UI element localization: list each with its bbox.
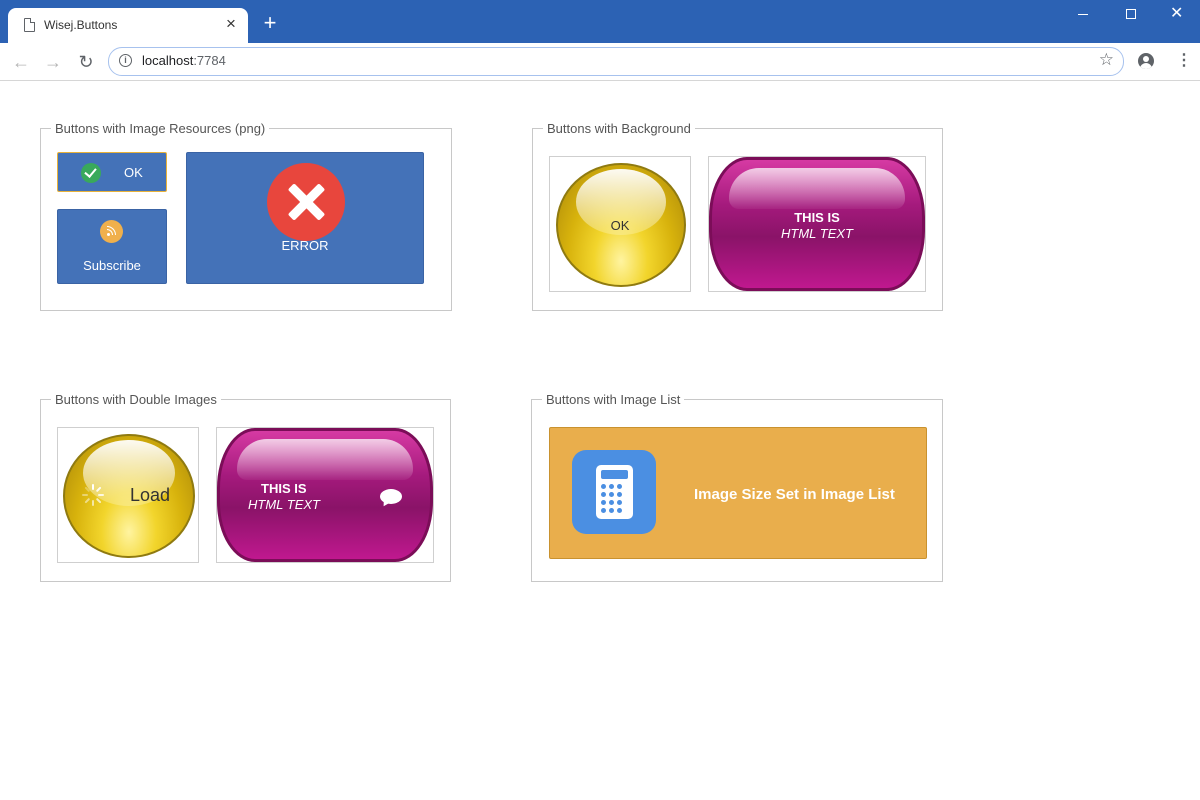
error-x-icon (267, 163, 345, 241)
bookmark-star-icon[interactable]: ☆ (1099, 50, 1114, 70)
browser-toolbar: ← → ↻ i localhost:7784 ☆ ⋮ (0, 43, 1200, 81)
document-icon (24, 18, 35, 32)
rss-icon (100, 220, 123, 243)
pill-text-line2: HTML TEXT (781, 226, 853, 241)
gold-ok-button[interactable]: OK (549, 156, 691, 292)
window-close-icon[interactable]: ✕ (1170, 6, 1183, 22)
browser-tab[interactable]: Wisej.Buttons × (8, 8, 248, 43)
loading-spinner-icon (82, 484, 104, 506)
calculator-icon (572, 450, 656, 534)
info-icon[interactable]: i (119, 54, 132, 67)
load-label: Load (130, 485, 171, 505)
minimize-icon[interactable] (1078, 14, 1088, 15)
url-text[interactable]: localhost:7784 (142, 53, 226, 68)
pill-text-line2: HTML TEXT (248, 497, 320, 512)
pill-text-line1: THIS IS (261, 481, 307, 496)
menu-dots-icon[interactable]: ⋮ (1176, 51, 1192, 71)
profile-icon[interactable] (1138, 53, 1154, 69)
group-image-resources: Buttons with Image Resources (png) OK Su… (40, 121, 452, 311)
reload-icon[interactable]: ↻ (75, 51, 97, 73)
ok-button[interactable]: OK (57, 152, 167, 192)
error-button[interactable]: ERROR (186, 152, 424, 284)
gold-ok-label: OK (610, 218, 630, 233)
address-bar[interactable]: i localhost:7784 ☆ (108, 47, 1124, 76)
image-list-button[interactable]: Image Size Set in Image List (549, 427, 927, 559)
forward-arrow-icon[interactable]: → (42, 51, 64, 73)
load-button[interactable]: Load (57, 427, 199, 563)
pill-text-line1: THIS IS (794, 210, 840, 225)
group-image-list: Buttons with Image List Image Size Set i… (531, 392, 943, 582)
chat-bubble-icon (380, 489, 402, 504)
tab-title: Wisej.Buttons (44, 18, 118, 32)
image-list-button-label: Image Size Set in Image List (694, 486, 895, 503)
subscribe-button-label: Subscribe (83, 258, 141, 273)
group-legend: Buttons with Image List (542, 392, 685, 407)
ok-button-label: OK (124, 165, 143, 180)
back-arrow-icon[interactable]: ← (10, 51, 32, 73)
subscribe-button[interactable]: Subscribe (57, 209, 167, 284)
group-double-images: Buttons with Double Images Load THIS IS … (40, 392, 451, 582)
maximize-icon[interactable] (1126, 9, 1136, 19)
browser-titlebar: Wisej.Buttons × + ✕ (0, 0, 1200, 43)
group-legend: Buttons with Double Images (51, 392, 221, 407)
group-legend: Buttons with Image Resources (png) (51, 121, 270, 136)
tab-close-icon[interactable]: × (226, 15, 236, 32)
group-legend: Buttons with Background (543, 121, 695, 136)
check-circle-icon (81, 163, 101, 183)
error-button-label: ERROR (281, 238, 329, 253)
new-tab-icon[interactable]: + (260, 12, 280, 34)
html-text-button[interactable]: THIS IS HTML TEXT (708, 156, 926, 292)
group-background: Buttons with Background OK THIS IS HTML … (532, 121, 943, 311)
html-text-chat-button[interactable]: THIS IS HTML TEXT (216, 427, 434, 563)
